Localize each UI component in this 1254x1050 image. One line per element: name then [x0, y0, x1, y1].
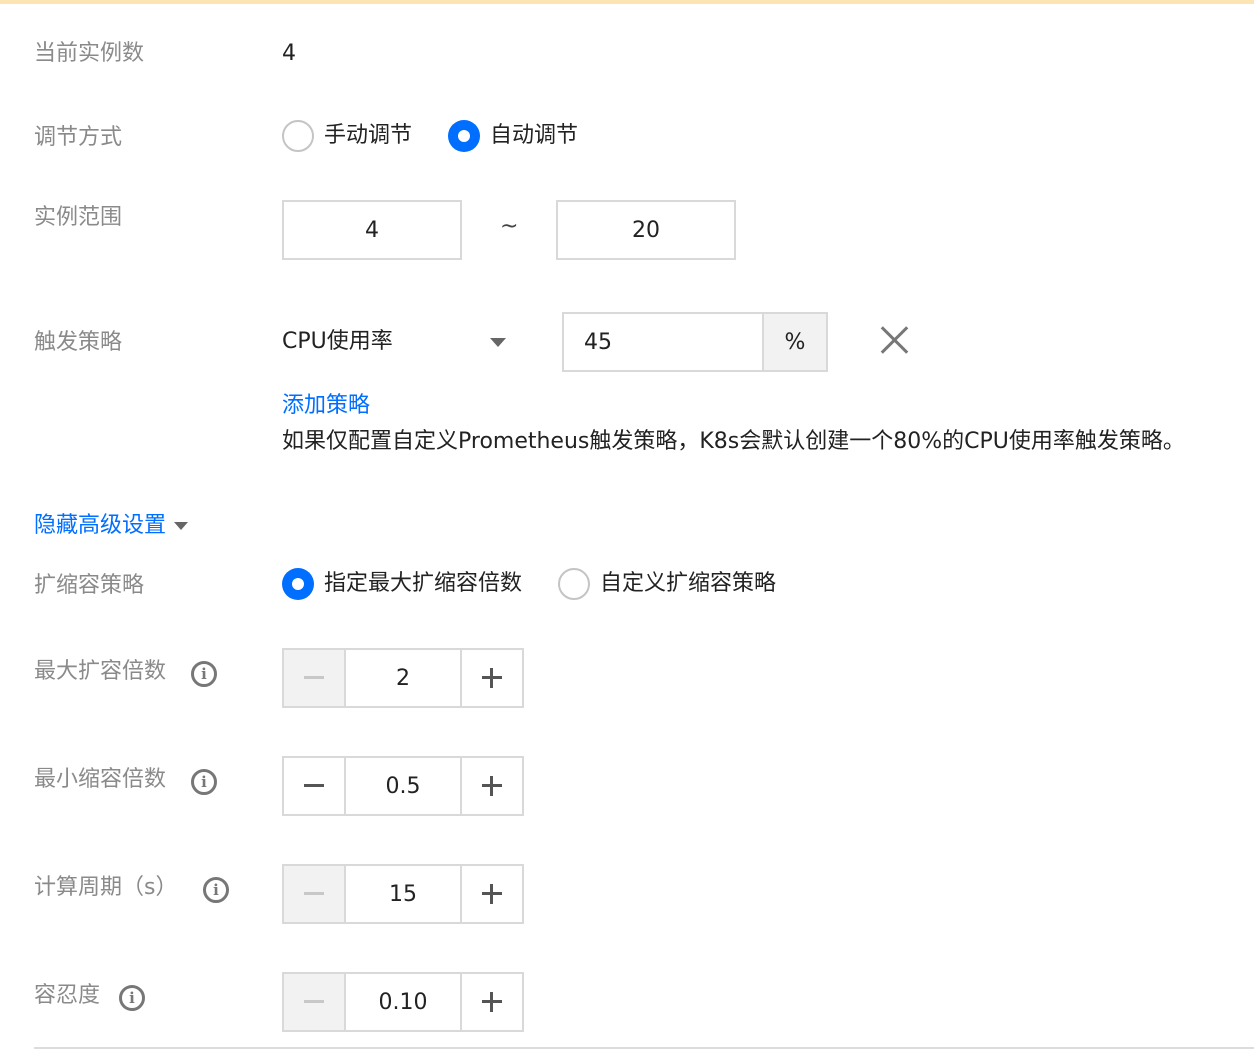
decrement-button[interactable]	[284, 974, 344, 1030]
compute-period-stepper: 15	[282, 864, 524, 924]
advanced-settings-label: 隐藏高级设置	[34, 513, 167, 538]
max-scale-up-stepper: 2	[282, 648, 524, 708]
radio-auto-adjust[interactable]: 自动调节	[448, 120, 578, 152]
increment-button[interactable]	[462, 974, 522, 1030]
trigger-threshold-input[interactable]: 45	[562, 312, 762, 372]
chevron-down-icon[interactable]	[490, 338, 506, 347]
radio-label: 手动调节	[324, 123, 413, 148]
caret-down-icon	[174, 522, 189, 530]
decrement-button[interactable]	[284, 758, 344, 814]
percent-addon: %	[762, 312, 828, 372]
scaling-policy-radio-group: 指定最大扩缩容倍数 自定义扩缩容策略	[282, 568, 776, 600]
increment-button[interactable]	[462, 758, 522, 814]
info-icon[interactable]: i	[203, 877, 229, 903]
increment-button[interactable]	[462, 650, 522, 706]
increment-button[interactable]	[462, 866, 522, 922]
min-scale-down-stepper: 0.5	[282, 756, 524, 816]
current-instances-value: 4	[282, 41, 296, 66]
instance-range-label: 实例范围	[34, 205, 123, 230]
radio-manual-adjust[interactable]: 手动调节	[282, 120, 412, 152]
radio-circle-icon	[558, 568, 591, 600]
decrement-button[interactable]	[284, 866, 344, 922]
tolerance-stepper: 0.10	[282, 972, 524, 1032]
radio-label: 自动调节	[490, 123, 579, 148]
compute-period-value[interactable]: 15	[344, 866, 462, 922]
min-scale-down-label: 最小缩容倍数	[34, 767, 167, 792]
info-icon[interactable]: i	[119, 985, 145, 1011]
adjust-mode-label: 调节方式	[34, 125, 123, 150]
max-scale-up-label: 最大扩容倍数	[34, 659, 167, 684]
radio-circle-icon	[282, 120, 314, 152]
trigger-policy-hint: 如果仅配置自定义Prometheus触发策略，K8s会默认创建一个80%的CPU…	[282, 429, 1185, 454]
tolerance-label: 容忍度	[34, 983, 101, 1008]
metric-select[interactable]: CPU使用率	[282, 327, 393, 357]
max-scale-up-value[interactable]: 2	[344, 650, 462, 706]
close-icon[interactable]	[880, 325, 910, 355]
info-icon[interactable]: i	[191, 769, 217, 795]
radio-label: 自定义扩缩容策略	[600, 571, 777, 596]
trigger-threshold-group: 45 %	[562, 312, 828, 372]
radio-max-multiplier[interactable]: 指定最大扩缩容倍数	[282, 568, 522, 600]
decrement-button[interactable]	[284, 650, 344, 706]
add-policy-link[interactable]: 添加策略	[282, 391, 370, 421]
radio-checked-icon	[448, 120, 481, 152]
top-accent-bar	[0, 0, 1254, 4]
compute-period-label: 计算周期（s）	[34, 875, 178, 900]
divider	[34, 1047, 1254, 1049]
radio-checked-icon	[282, 568, 314, 600]
advanced-settings-toggle[interactable]: 隐藏高级设置	[34, 511, 189, 541]
radio-custom-scaling-policy[interactable]: 自定义扩缩容策略	[558, 568, 776, 600]
current-instances-label: 当前实例数	[34, 41, 145, 66]
info-icon[interactable]: i	[191, 661, 217, 687]
scaling-policy-label: 扩缩容策略	[34, 573, 145, 598]
trigger-policy-label: 触发策略	[34, 330, 123, 355]
instance-range-max-input[interactable]: 20	[556, 200, 736, 260]
radio-label: 指定最大扩缩容倍数	[324, 571, 523, 596]
range-separator: ~	[500, 214, 519, 239]
instance-range-min-input[interactable]: 4	[282, 200, 462, 260]
tolerance-value[interactable]: 0.10	[344, 974, 462, 1030]
min-scale-down-value[interactable]: 0.5	[344, 758, 462, 814]
adjust-mode-radio-group: 手动调节 自动调节	[282, 120, 578, 152]
